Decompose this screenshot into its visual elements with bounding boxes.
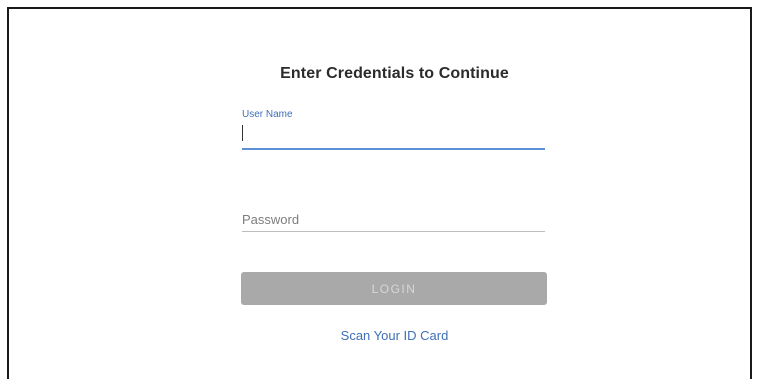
username-label: User Name	[242, 109, 293, 120]
app-frame: Enter Credentials to Continue User Name …	[7, 7, 752, 379]
scan-id-card-link[interactable]: Scan Your ID Card	[242, 328, 547, 343]
username-field[interactable]: User Name	[242, 109, 545, 153]
username-underline	[242, 148, 545, 150]
login-button[interactable]: LOGIN	[241, 272, 547, 305]
password-underline	[242, 231, 545, 232]
page-title: Enter Credentials to Continue	[280, 65, 509, 82]
username-input[interactable]	[242, 123, 542, 145]
password-input[interactable]	[242, 209, 542, 229]
password-field[interactable]	[242, 205, 545, 237]
